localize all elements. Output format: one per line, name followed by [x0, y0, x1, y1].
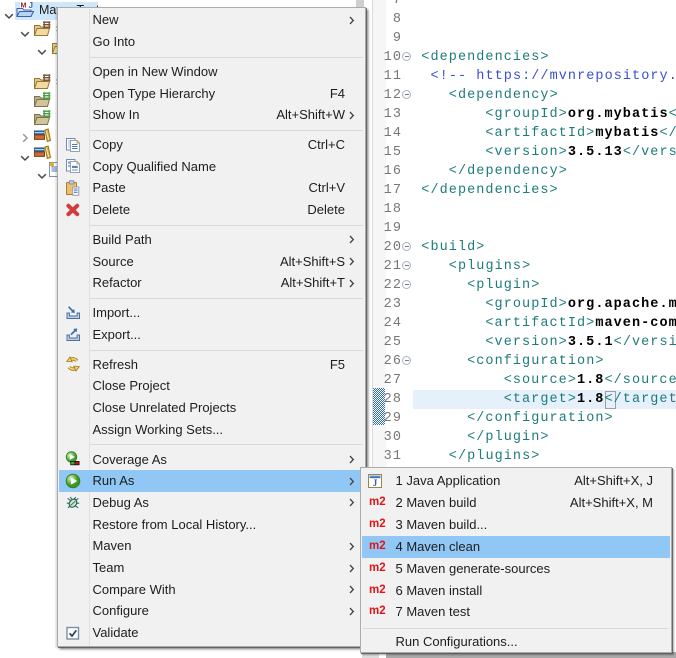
svg-text:J: J [373, 478, 378, 488]
svg-text:J: J [29, 1, 33, 10]
